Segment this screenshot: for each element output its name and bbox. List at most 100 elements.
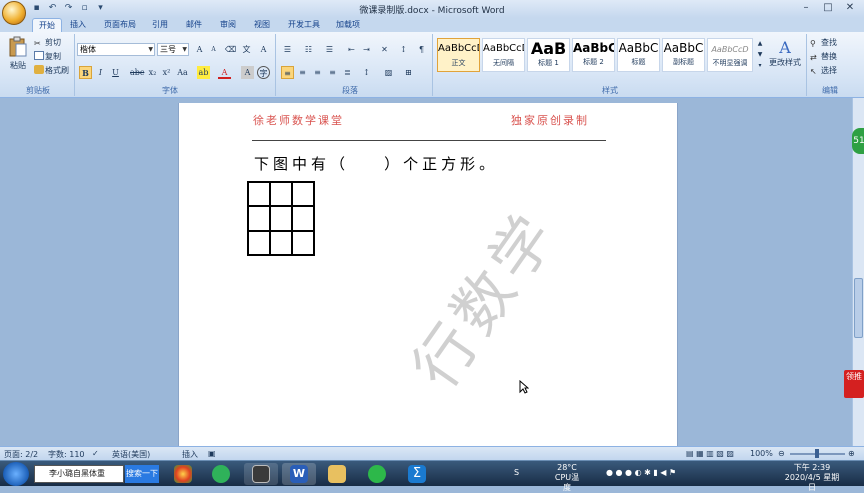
cut-button[interactable]: ✂ 剪切: [34, 37, 61, 48]
style-normal[interactable]: AaBbCcD 正文: [437, 38, 480, 72]
scrollbar-thumb[interactable]: [854, 278, 863, 338]
tab-home[interactable]: 开始: [32, 18, 62, 32]
tab-page-layout[interactable]: 页面布局: [98, 18, 142, 32]
select-button[interactable]: ↖ 选择: [810, 65, 837, 76]
shading-icon[interactable]: ▨: [382, 66, 395, 79]
decrease-indent-icon[interactable]: ⇤: [345, 43, 358, 56]
minimize-icon[interactable]: –: [796, 1, 816, 15]
chinese-layout-icon[interactable]: ✕: [378, 43, 391, 56]
sort-icon[interactable]: ↕: [397, 43, 410, 56]
italic-icon[interactable]: I: [94, 66, 107, 79]
distributed-icon[interactable]: ≣: [341, 66, 354, 79]
tab-view[interactable]: 视图: [248, 18, 276, 32]
highlight-icon[interactable]: ab: [197, 66, 210, 79]
macro-icon[interactable]: ▣: [208, 449, 216, 458]
start-button[interactable]: [3, 462, 29, 486]
weather-widget[interactable]: 28°C CPU温度: [552, 463, 582, 493]
insert-mode[interactable]: 插入: [182, 449, 198, 460]
paste-button[interactable]: 粘贴: [6, 36, 30, 76]
style-heading-2[interactable]: AaBbC 标题 2: [572, 38, 615, 72]
taskbar-app-word[interactable]: W: [282, 463, 316, 485]
wechat-icon: [368, 465, 386, 483]
tab-developer[interactable]: 开发工具: [282, 18, 326, 32]
close-icon[interactable]: ✕: [840, 1, 860, 15]
taskbar-app-explorer[interactable]: [320, 463, 354, 485]
tray-icons[interactable]: ● ● ● ◐ ✱ ▮ ◀ ⚑: [606, 468, 676, 478]
taskbar-app-360browser[interactable]: [166, 463, 200, 485]
shrink-font-icon[interactable]: A: [207, 43, 220, 56]
font-name-combo[interactable]: 楷体 ▼: [77, 43, 155, 56]
search-input[interactable]: 李小璐自黑体重: [34, 465, 124, 483]
clipboard-group-label: 剪贴板: [26, 86, 50, 95]
page-count[interactable]: 页面: 2/2: [4, 449, 38, 460]
side-bubble[interactable]: 51: [852, 128, 864, 154]
font-size-combo[interactable]: 三号 ▼: [157, 43, 189, 56]
multilevel-list-icon[interactable]: ☰: [323, 43, 336, 56]
tab-references[interactable]: 引用: [146, 18, 174, 32]
align-right-icon[interactable]: ≡: [311, 66, 324, 79]
tab-mailings[interactable]: 邮件: [180, 18, 208, 32]
zoom-out-icon[interactable]: ⊖: [778, 449, 785, 458]
find-button[interactable]: ⚲ 查找: [810, 37, 837, 48]
strikethrough-icon[interactable]: abc: [130, 66, 144, 79]
justify-icon[interactable]: ≡: [326, 66, 339, 79]
align-left-icon[interactable]: ≡: [281, 66, 294, 79]
taskbar-app-recorder[interactable]: [244, 463, 278, 485]
align-center-icon[interactable]: ≡: [296, 66, 309, 79]
tab-insert[interactable]: 插入: [64, 18, 92, 32]
char-shading-icon[interactable]: A: [241, 66, 254, 79]
phonetic-guide-icon[interactable]: 文: [240, 43, 253, 56]
line-spacing-icon[interactable]: ↕: [360, 66, 373, 79]
replace-button[interactable]: ⇄ 替换: [810, 51, 837, 62]
subscript-icon[interactable]: x₂: [146, 66, 159, 79]
increase-indent-icon[interactable]: ⇥: [360, 43, 373, 56]
style-no-spacing[interactable]: AaBbCcD 无间隔: [482, 38, 525, 72]
proofing-icon[interactable]: ✓: [92, 449, 99, 458]
document-page[interactable]: 徐老师数学课堂 独家原创录制 下图中有（ ）个正方形。 行数学: [178, 103, 678, 446]
format-painter-button[interactable]: 格式刷: [34, 65, 69, 76]
language-indicator[interactable]: 英语(美国): [112, 449, 150, 460]
style-title[interactable]: AaBbC 标题: [617, 38, 660, 72]
char-border-icon[interactable]: A: [257, 43, 270, 56]
replace-icon: ⇄: [810, 53, 817, 62]
tray-icon-sogou[interactable]: S: [514, 468, 519, 478]
show-marks-icon[interactable]: ¶: [415, 43, 428, 56]
change-styles-button[interactable]: A 更改样式: [767, 38, 803, 68]
zoom-in-icon[interactable]: ⊕: [848, 449, 855, 458]
chevron-down-icon: ▼: [182, 46, 187, 53]
styles-scroll-icon[interactable]: ▲ ▼ ▾: [755, 38, 765, 72]
clock[interactable]: 下午 2:39 2020/4/5 星期日: [782, 463, 842, 493]
taskbar-app-sigma[interactable]: Σ: [400, 463, 434, 485]
enclose-char-icon[interactable]: 字: [257, 66, 270, 79]
taskbar-app-green[interactable]: [204, 463, 238, 485]
change-case-icon[interactable]: Aa: [176, 66, 189, 79]
numbering-icon[interactable]: ☷: [302, 43, 315, 56]
office-button[interactable]: [2, 1, 26, 25]
grow-font-icon[interactable]: A: [193, 43, 206, 56]
tab-addins[interactable]: 加载项: [330, 18, 366, 32]
style-subtle-emphasis[interactable]: AaBbCcD 不明显强调: [707, 38, 753, 72]
side-badge[interactable]: 领推: [844, 370, 864, 398]
borders-icon[interactable]: ⊞: [402, 66, 415, 79]
bullets-icon[interactable]: ☰: [281, 43, 294, 56]
style-name: 无间隔: [493, 59, 514, 67]
underline-icon[interactable]: U: [109, 66, 122, 79]
search-button[interactable]: 搜索一下: [125, 465, 159, 483]
copy-icon: [34, 51, 44, 60]
style-subtitle[interactable]: AaBbC 副标题: [662, 38, 705, 72]
superscript-icon[interactable]: x²: [160, 66, 173, 79]
font-color-icon[interactable]: A: [218, 66, 231, 79]
clear-format-icon[interactable]: ⌫: [224, 43, 237, 56]
copy-button[interactable]: 复制: [34, 51, 61, 62]
zoom-slider-knob[interactable]: [815, 449, 819, 458]
view-buttons[interactable]: ▤ ▦ ▥ ▧ ▨: [686, 449, 734, 458]
style-sample: AaBbCcD: [438, 43, 479, 54]
tab-review[interactable]: 审阅: [214, 18, 242, 32]
taskbar-app-wechat[interactable]: [360, 463, 394, 485]
bold-icon[interactable]: B: [79, 66, 92, 79]
style-heading-1[interactable]: AaB 标题 1: [527, 38, 570, 72]
maximize-icon[interactable]: □: [818, 1, 838, 15]
word-count[interactable]: 字数: 110: [48, 449, 85, 460]
document-area[interactable]: 徐老师数学课堂 独家原创录制 下图中有（ ）个正方形。 行数学: [0, 98, 852, 446]
zoom-level[interactable]: 100%: [750, 449, 773, 458]
